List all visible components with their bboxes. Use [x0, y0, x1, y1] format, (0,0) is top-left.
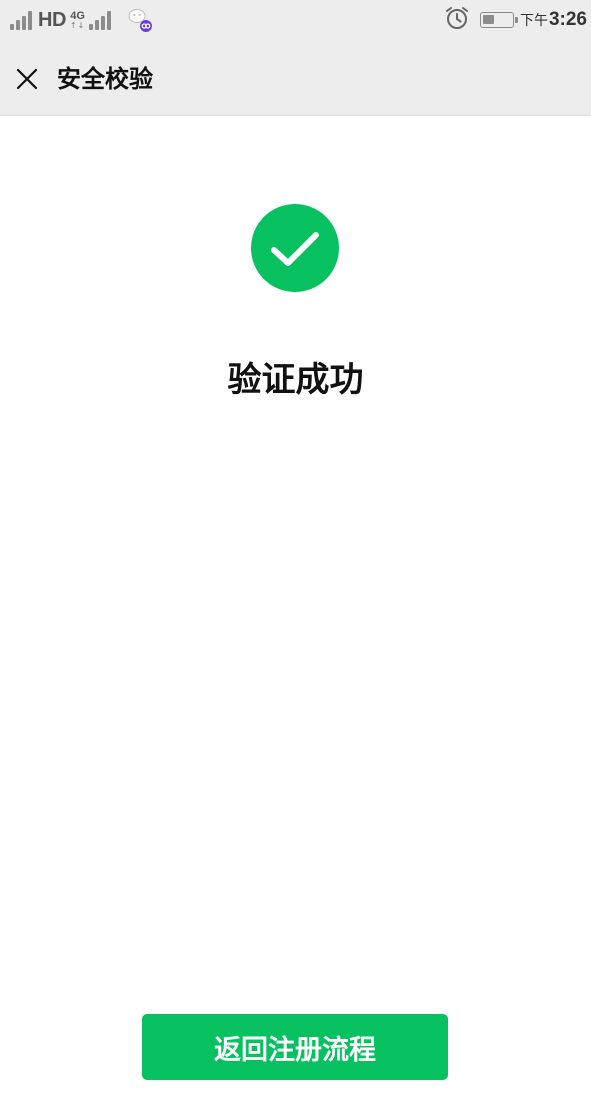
clock: 下午 3:26 — [520, 9, 587, 31]
wechat-notification-icon — [127, 7, 153, 33]
clock-time: 3:26 — [548, 9, 587, 30]
clock-ampm: 下午 — [519, 13, 548, 29]
battery-icon — [479, 12, 518, 28]
signal-strength-icon — [10, 10, 32, 30]
network-type-indicator: 4G ↑↓ — [70, 9, 85, 31]
status-bar: HD 4G ↑↓ 下午 3:26 — [0, 0, 591, 42]
signal-strength-icon-secondary — [89, 10, 112, 30]
page-title: 安全校验 — [57, 65, 153, 93]
status-bar-left: HD 4G ↑↓ — [10, 6, 153, 34]
navigation-bar: 安全校验 — [0, 42, 591, 116]
alarm-clock-icon — [444, 5, 470, 35]
status-bar-right: 下午 3:26 — [444, 6, 587, 34]
network-gen-label: 4G — [70, 9, 85, 22]
battery-level-fill — [482, 15, 494, 24]
result-title: 验证成功 — [227, 360, 364, 400]
data-arrows-icon: ↑↓ — [69, 20, 86, 30]
hd-label: HD — [38, 8, 66, 31]
return-to-registration-button[interactable]: 返回注册流程 — [142, 1014, 448, 1080]
close-icon — [16, 68, 38, 90]
close-button[interactable] — [10, 62, 44, 96]
success-check-icon — [250, 203, 340, 293]
